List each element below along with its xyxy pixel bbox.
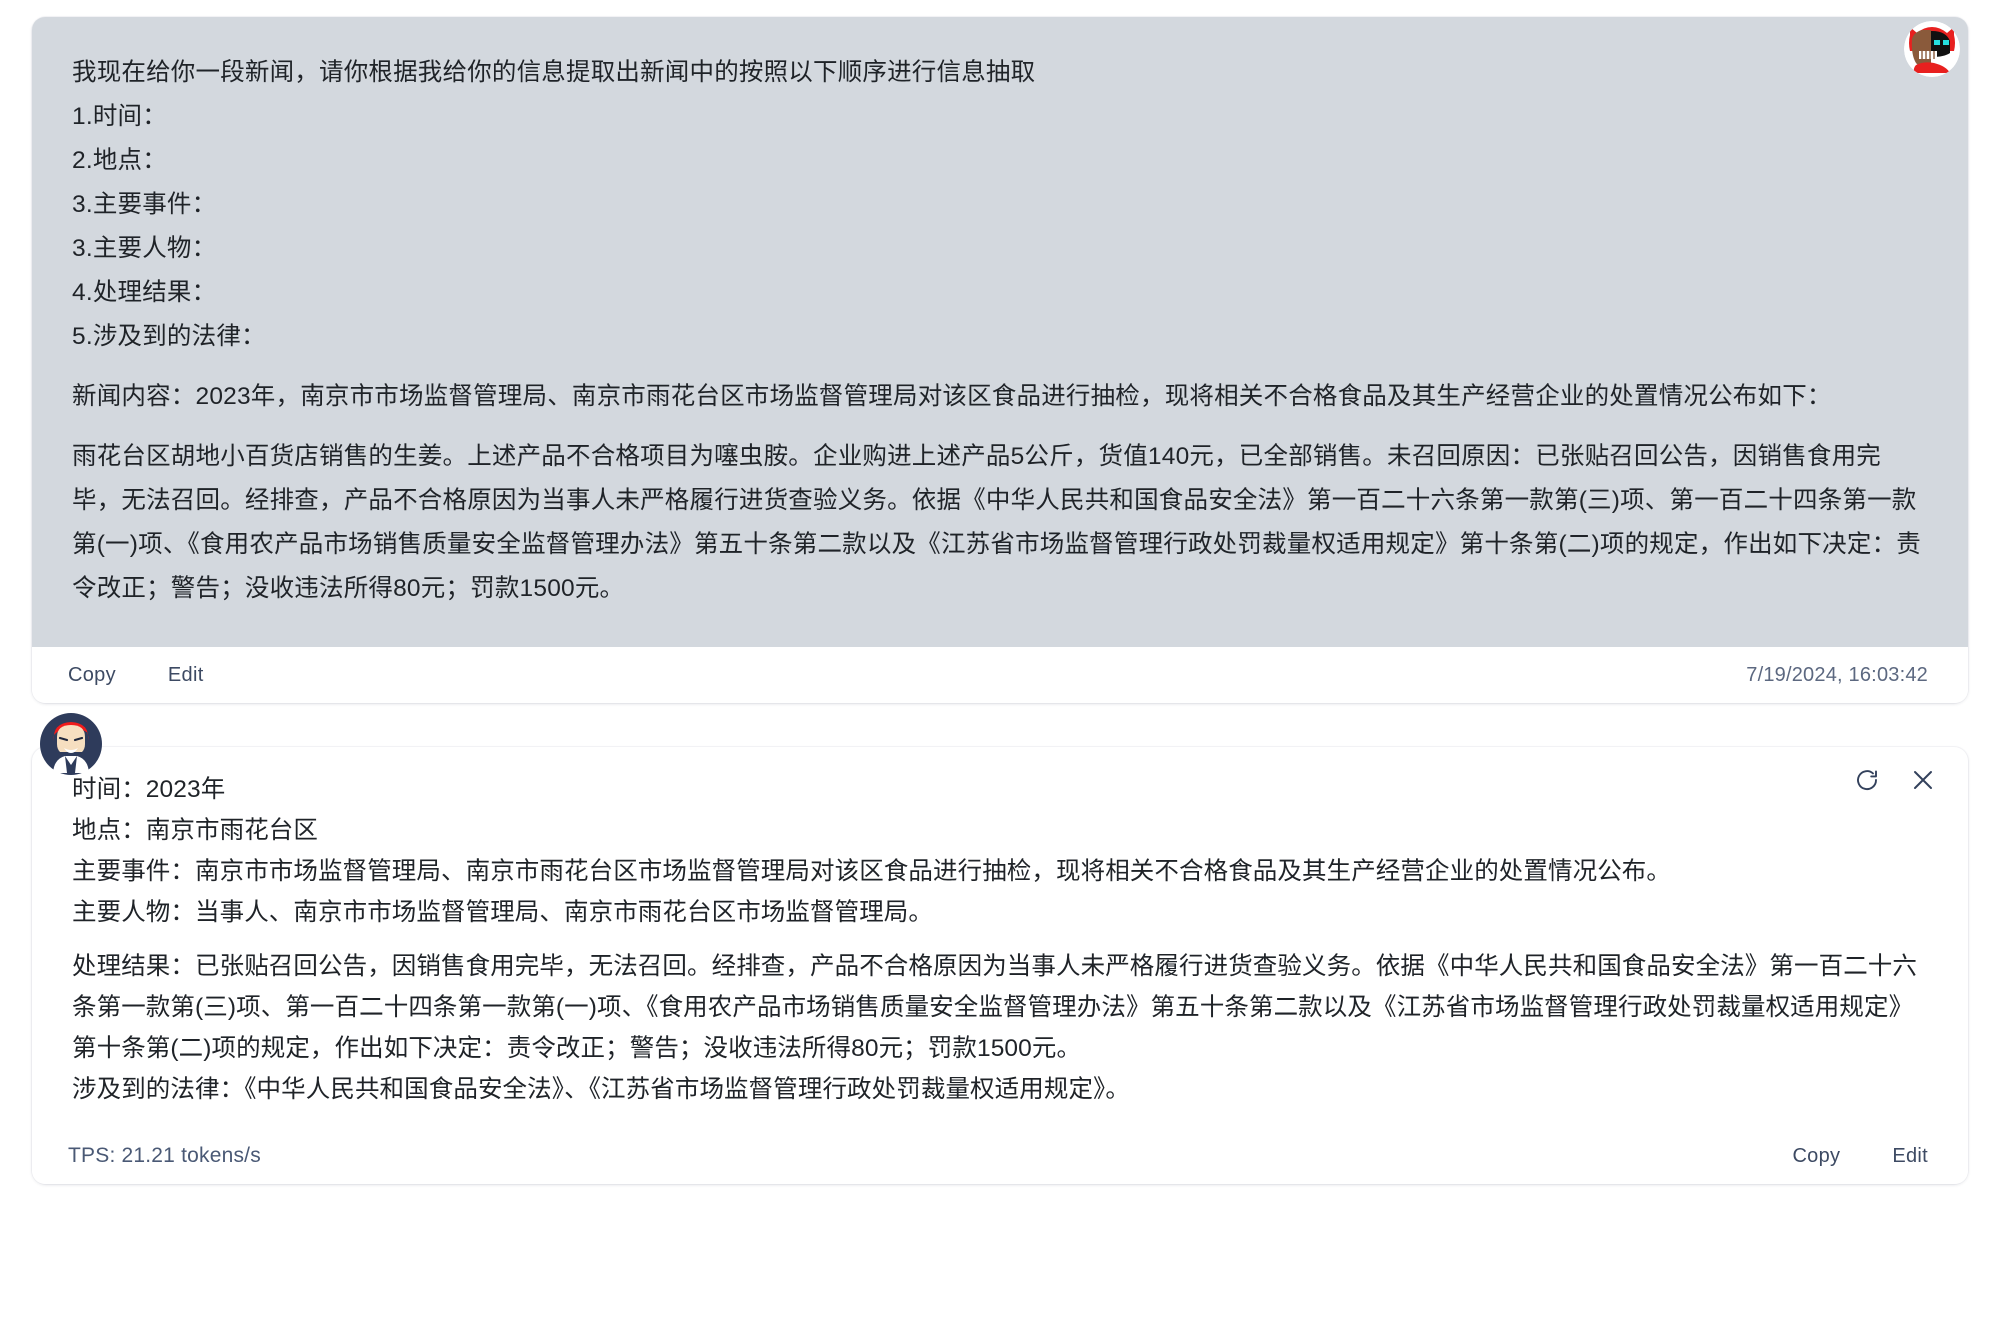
user-message-bubble: 我现在给你一段新闻，请你根据我给你的信息提取出新闻中的按照以下顺序进行信息抽取 … xyxy=(32,17,1968,647)
assistant-line-result: 处理结果：已张贴召回公告，因销售食用完毕，无法召回。经排查，产品不合格原因为当事… xyxy=(72,953,1917,1062)
prompt-line-5: 4.处理结果： xyxy=(72,279,217,306)
prompt-line-1: 1.时间： xyxy=(72,103,167,130)
assistant-line-event: 主要事件：南京市市场监督管理局、南京市雨花台区市场监督管理局对该区食品进行抽检，… xyxy=(72,858,1671,885)
assistant-message-footer: TPS: 21.21 tokens/s Copy Edit xyxy=(32,1128,1968,1184)
user-footer-meta: 7/19/2024, 16:03:42 xyxy=(1746,664,1928,687)
user-avatar xyxy=(1904,21,1960,77)
assistant-message-card: 时间：2023年 地点：南京市雨花台区 主要事件：南京市市场监督管理局、南京市雨… xyxy=(32,747,1968,1184)
assistant-edit-button[interactable]: Edit xyxy=(1892,1145,1928,1168)
user-message-footer: Copy Edit 7/19/2024, 16:03:42 xyxy=(32,647,1968,703)
user-footer-actions: Copy Edit xyxy=(68,664,204,687)
user-message-card: 我现在给你一段新闻，请你根据我给你的信息提取出新闻中的按照以下顺序进行信息抽取 … xyxy=(32,17,1968,703)
assistant-message-wrapper: 时间：2023年 地点：南京市雨花台区 主要事件：南京市市场监督管理局、南京市雨… xyxy=(32,713,1968,1184)
assistant-line-people: 主要人物：当事人、南京市市场监督管理局、南京市雨花台区市场监督管理局。 xyxy=(72,899,933,926)
assistant-line-time: 时间：2023年 xyxy=(72,776,226,803)
tps-label: TPS: 21.21 tokens/s xyxy=(68,1144,261,1167)
assistant-footer-actions: Copy Edit xyxy=(1792,1145,1928,1168)
assistant-message-body: 时间：2023年 地点：南京市雨花台区 主要事件：南京市市场监督管理局、南京市雨… xyxy=(32,747,1968,1128)
prompt-news-body: 雨花台区胡地小百货店销售的生姜。上述产品不合格项目为噻虫胺。企业购进上述产品5公… xyxy=(72,443,1921,602)
prompt-line-2: 2.地点： xyxy=(72,147,167,174)
assistant-avatar xyxy=(38,711,104,777)
prompt-news-intro: 新闻内容：2023年，南京市市场监督管理局、南京市雨花台区市场监督管理局对该区食… xyxy=(72,383,1832,410)
chat-app: 我现在给你一段新闻，请你根据我给你的信息提取出新闻中的按照以下顺序进行信息抽取 … xyxy=(0,0,2000,1327)
prompt-line-3: 3.主要事件： xyxy=(72,191,217,218)
assistant-line-place: 地点：南京市雨花台区 xyxy=(72,817,318,844)
refresh-icon[interactable] xyxy=(1852,765,1882,795)
user-edit-button[interactable]: Edit xyxy=(168,664,204,687)
prompt-line-4: 3.主要人物： xyxy=(72,235,217,262)
close-icon[interactable] xyxy=(1908,765,1938,795)
user-copy-button[interactable]: Copy xyxy=(68,664,116,687)
prompt-line-0: 我现在给你一段新闻，请你根据我给你的信息提取出新闻中的按照以下顺序进行信息抽取 xyxy=(72,59,1036,86)
assistant-action-bar xyxy=(1852,765,1938,795)
assistant-copy-button[interactable]: Copy xyxy=(1792,1145,1840,1168)
prompt-line-6: 5.涉及到的法律： xyxy=(72,323,266,350)
chat-scroll-area[interactable]: 我现在给你一段新闻，请你根据我给你的信息提取出新闻中的按照以下顺序进行信息抽取 … xyxy=(0,0,2000,1327)
user-message-timestamp: 7/19/2024, 16:03:42 xyxy=(1746,663,1928,686)
assistant-footer-meta: TPS: 21.21 tokens/s xyxy=(68,1144,261,1168)
assistant-line-laws: 涉及到的法律：《中华人民共和国食品安全法》、《江苏省市场监督管理行政处罚裁量权适… xyxy=(72,1076,1130,1103)
